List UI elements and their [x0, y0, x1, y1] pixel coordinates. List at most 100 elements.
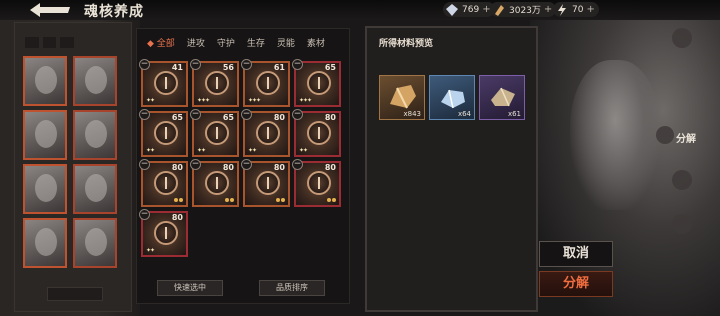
category-tabs: ◆ 全部 进攻 守护 生存 灵能 素材: [141, 37, 331, 51]
core-level: 80: [171, 163, 183, 172]
socket-dots-icon: [225, 198, 234, 202]
tab-label: 全部: [156, 39, 175, 49]
character-card[interactable]: [73, 56, 117, 106]
character-portrait: [35, 228, 57, 256]
soul-core-card[interactable]: − 65 ✦✦✦: [292, 59, 341, 107]
material-item[interactable]: x61: [479, 75, 525, 120]
currency-crystal[interactable]: 769 +: [443, 2, 495, 17]
crystal-icon: [445, 3, 459, 17]
minus-icon[interactable]: −: [190, 159, 201, 170]
character-card[interactable]: [73, 164, 117, 214]
minus-icon[interactable]: −: [292, 159, 303, 170]
core-level: 61: [273, 63, 285, 72]
coin-icon: [492, 3, 506, 17]
plus-icon[interactable]: +: [544, 4, 552, 15]
roster-filter-tabs: [15, 23, 131, 52]
material-count: x61: [507, 110, 521, 118]
soul-core-card[interactable]: − 80 ✦✦: [139, 209, 188, 257]
back-button[interactable]: [28, 0, 72, 20]
side-nav-decompose-label[interactable]: 分解: [676, 130, 696, 145]
minus-icon[interactable]: −: [190, 59, 201, 70]
star-rating-icon: ✦✦: [146, 147, 155, 154]
soul-core-card[interactable]: − 65 ✦✦: [190, 109, 239, 157]
soul-core-card[interactable]: − 65 ✦✦: [139, 109, 188, 157]
star-rating-icon: ✦✦: [197, 147, 206, 154]
tab-guard[interactable]: 守护: [211, 37, 241, 51]
minus-icon[interactable]: −: [139, 59, 150, 70]
core-level: 41: [171, 63, 183, 72]
tab-attack[interactable]: 进攻: [181, 37, 211, 51]
roster-tab[interactable]: [42, 37, 57, 48]
back-arrow-icon: [30, 3, 70, 17]
minus-icon[interactable]: −: [292, 59, 303, 70]
material-item[interactable]: x64: [429, 75, 475, 120]
sort-by-quality-button[interactable]: 品质排序: [259, 280, 325, 296]
socket-dots-icon: [276, 198, 285, 202]
tab-material[interactable]: 素材: [301, 37, 331, 51]
plus-icon[interactable]: +: [586, 4, 594, 15]
cancel-button[interactable]: 取消: [539, 241, 613, 267]
core-emblem-icon: [307, 171, 331, 195]
roster-tab[interactable]: [60, 37, 74, 48]
minus-icon[interactable]: −: [139, 159, 150, 170]
soul-core-inventory: ◆ 全部 进攻 守护 生存 灵能 素材 − 41 ✦✦ − 56 ✦✦✦ − 6…: [136, 28, 350, 304]
material-item[interactable]: x843: [379, 75, 425, 120]
character-portrait: [85, 66, 107, 94]
currency-value: 3023万: [509, 6, 541, 16]
soul-core-card[interactable]: − 80 ✦✦: [292, 109, 341, 157]
character-card[interactable]: [23, 56, 67, 106]
soul-core-card[interactable]: − 80: [190, 159, 239, 207]
minus-icon[interactable]: −: [292, 109, 303, 120]
soul-core-card[interactable]: − 41 ✦✦: [139, 59, 188, 107]
minus-icon[interactable]: −: [139, 209, 150, 220]
tab-all[interactable]: ◆ 全部: [141, 37, 181, 51]
tab-psionic[interactable]: 灵能: [271, 37, 301, 51]
character-card[interactable]: [23, 110, 67, 160]
tab-survival[interactable]: 生存: [241, 37, 271, 51]
core-emblem-icon: [307, 71, 331, 95]
character-portrait: [85, 120, 107, 148]
quick-select-button[interactable]: 快速选中: [157, 280, 223, 296]
nav-icon[interactable]: [672, 214, 692, 234]
roster-tab[interactable]: [25, 37, 39, 48]
character-roster: [14, 22, 132, 312]
character-card[interactable]: [73, 110, 117, 160]
decompose-button[interactable]: 分解: [539, 271, 613, 297]
soul-core-card[interactable]: − 80 ✦✦: [241, 109, 290, 157]
character-card[interactable]: [73, 218, 117, 268]
purple-essence-icon: [491, 87, 515, 107]
core-emblem-icon: [154, 221, 178, 245]
minus-icon[interactable]: −: [241, 59, 252, 70]
soul-core-card[interactable]: − 80: [241, 159, 290, 207]
roster-button[interactable]: [47, 287, 103, 301]
core-level: 65: [324, 63, 336, 72]
page-title: 魂核养成: [84, 4, 144, 20]
core-emblem-icon: [205, 171, 229, 195]
character-card[interactable]: [23, 218, 67, 268]
core-level: 56: [222, 63, 234, 72]
soul-core-card[interactable]: − 80: [139, 159, 188, 207]
core-emblem-icon: [256, 171, 280, 195]
socket-dots-icon: [174, 198, 183, 202]
socket-dots-icon: [327, 198, 336, 202]
soul-core-card[interactable]: − 80: [292, 159, 341, 207]
currency-coin[interactable]: 3023万 +: [490, 2, 557, 17]
core-emblem-icon: [205, 121, 229, 145]
star-rating-icon: ✦✦: [299, 147, 308, 154]
star-rating-icon: ✦✦✦: [299, 97, 312, 104]
minus-icon[interactable]: −: [241, 159, 252, 170]
arrow-left-icon[interactable]: [656, 126, 674, 144]
minus-icon[interactable]: −: [139, 109, 150, 120]
minus-icon[interactable]: −: [241, 109, 252, 120]
minus-icon[interactable]: −: [190, 109, 201, 120]
core-level: 80: [273, 113, 285, 122]
currency-stamina[interactable]: 70 +: [553, 2, 599, 17]
nav-icon[interactable]: [672, 170, 692, 190]
core-emblem-icon: [256, 71, 280, 95]
core-emblem-icon: [154, 121, 178, 145]
character-card[interactable]: [23, 164, 67, 214]
core-level: 80: [222, 163, 234, 172]
upgrade-icon[interactable]: [672, 28, 692, 48]
soul-core-card[interactable]: − 56 ✦✦✦: [190, 59, 239, 107]
soul-core-card[interactable]: − 61 ✦✦✦: [241, 59, 290, 107]
